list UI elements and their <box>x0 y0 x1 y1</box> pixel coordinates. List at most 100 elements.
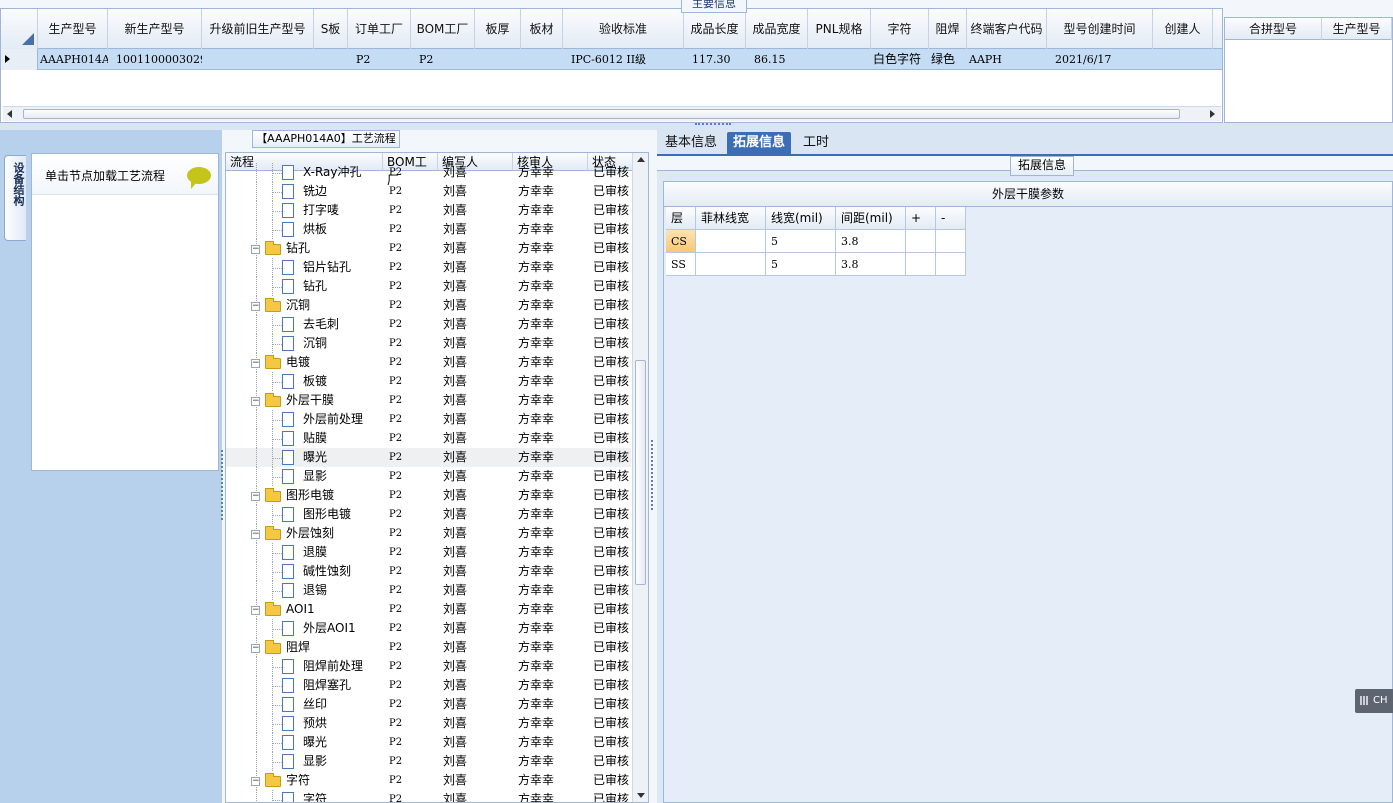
process-name[interactable]: 碱性蚀刻 <box>303 562 383 581</box>
scroll-up-icon[interactable] <box>637 157 645 162</box>
process-name[interactable]: 沉铜 <box>286 296 383 315</box>
column-header[interactable]: S板 <box>314 9 348 49</box>
table-cell[interactable]: AAAPH014A0 <box>38 49 108 70</box>
process-name[interactable]: 阻焊塞孔 <box>303 676 383 695</box>
tree-row[interactable]: − 钻孔 P2 刘喜 方幸幸 已审核 <box>226 239 631 258</box>
table-cell[interactable] <box>475 49 521 70</box>
tree-row[interactable]: 丝印 P2 刘喜 方幸幸 已审核 <box>226 695 631 714</box>
column-header[interactable]: 板厚 <box>475 9 521 49</box>
tree-row[interactable]: 显影 P2 刘喜 方幸幸 已审核 <box>226 467 631 486</box>
collapse-toggle-icon[interactable]: − <box>251 606 260 615</box>
tree-row[interactable]: 外层前处理 P2 刘喜 方幸幸 已审核 <box>226 410 631 429</box>
param-cell[interactable] <box>936 230 966 253</box>
process-name[interactable]: 烘板 <box>303 220 383 239</box>
process-name[interactable]: 字符 <box>286 771 383 790</box>
scroll-right-icon[interactable] <box>1210 110 1215 118</box>
param-cell[interactable] <box>696 230 766 253</box>
tree-row[interactable]: 退膜 P2 刘喜 方幸幸 已审核 <box>226 543 631 562</box>
table-cell[interactable]: 2021/6/17 <box>1047 49 1153 70</box>
tab-work-hours[interactable]: 工时 <box>797 132 835 156</box>
layer-cell[interactable]: SS <box>666 253 696 276</box>
process-name[interactable]: 铣边 <box>303 182 383 201</box>
tree-row[interactable]: 钻孔 P2 刘喜 方幸幸 已审核 <box>226 277 631 296</box>
table-cell[interactable] <box>521 49 563 70</box>
tree-row[interactable]: − 图形电镀 P2 刘喜 方幸幸 已审核 <box>226 486 631 505</box>
table-cell[interactable]: P2 <box>348 49 411 70</box>
main-info-tab[interactable]: 主要信息 <box>681 0 747 13</box>
column-header[interactable]: 订单工厂 <box>348 9 411 49</box>
splitter-grip[interactable] <box>695 123 731 128</box>
table-cell[interactable] <box>1153 49 1213 70</box>
tree-row[interactable]: 图形电镀 P2 刘喜 方幸幸 已审核 <box>226 505 631 524</box>
scroll-thumb[interactable] <box>23 109 1180 119</box>
tree-row[interactable]: 烘板 P2 刘喜 方幸幸 已审核 <box>226 220 631 239</box>
tree-row[interactable]: − 电镀 P2 刘喜 方幸幸 已审核 <box>226 353 631 372</box>
tab-ext-info[interactable]: 拓展信息 <box>727 132 792 156</box>
collapse-toggle-icon[interactable]: − <box>251 530 260 539</box>
tab-basic-info[interactable]: 基本信息 <box>659 132 723 156</box>
column-header[interactable]: 菲林线宽 <box>696 207 766 230</box>
tree-row[interactable]: X-Ray冲孔 P2 刘喜 方幸幸 已审核 <box>226 163 631 182</box>
tree-row[interactable]: 铣边 P2 刘喜 方幸幸 已审核 <box>226 182 631 201</box>
mid-splitter-grip[interactable] <box>651 440 655 510</box>
process-name[interactable]: 打字唛 <box>303 201 383 220</box>
process-name[interactable]: 退锡 <box>303 581 383 600</box>
tree-row[interactable]: − 沉铜 P2 刘喜 方幸幸 已审核 <box>226 296 631 315</box>
process-name[interactable]: AOI1 <box>286 600 383 619</box>
column-header[interactable]: 生产型号 <box>38 9 108 49</box>
table-cell[interactable] <box>202 49 314 70</box>
table-cell[interactable] <box>314 49 348 70</box>
param-cell[interactable]: 3.8 <box>836 253 906 276</box>
tree-row[interactable]: 外层AOI1 P2 刘喜 方幸幸 已审核 <box>226 619 631 638</box>
column-header[interactable]: 升级前旧生产型号 <box>202 9 314 49</box>
select-all-corner[interactable] <box>1 9 38 49</box>
table-cell[interactable]: P2 <box>411 49 475 70</box>
column-header[interactable]: 验收标准 <box>563 9 684 49</box>
collapse-toggle-icon[interactable]: − <box>251 397 260 406</box>
process-name[interactable]: 预烘 <box>303 714 383 733</box>
collapse-toggle-icon[interactable]: − <box>251 492 260 501</box>
tab-equipment-structure[interactable]: 设备结构 <box>4 155 26 241</box>
tree-row[interactable]: 字符 P2 刘喜 方幸幸 已审核 <box>226 790 631 802</box>
table-cell[interactable] <box>808 49 871 70</box>
table-cell[interactable]: 10011000030295 <box>108 49 202 70</box>
tree-row[interactable]: 碱性蚀刻 P2 刘喜 方幸幸 已审核 <box>226 562 631 581</box>
param-cell[interactable]: 5 <box>766 230 836 253</box>
tree-row[interactable]: − 外层干膜 P2 刘喜 方幸幸 已审核 <box>226 391 631 410</box>
tree-row[interactable]: 阻焊塞孔 P2 刘喜 方幸幸 已审核 <box>226 676 631 695</box>
process-name[interactable]: 退膜 <box>303 543 383 562</box>
table-cell[interactable]: 117.30 <box>684 49 746 70</box>
collapse-toggle-icon[interactable]: − <box>251 302 260 311</box>
column-header[interactable]: BOM工厂 <box>411 9 475 49</box>
process-name[interactable]: 电镀 <box>286 353 383 372</box>
process-name[interactable]: 板镀 <box>303 372 383 391</box>
process-name[interactable]: 钻孔 <box>303 277 383 296</box>
table-cell[interactable]: 86.15 <box>746 49 808 70</box>
scroll-left-icon[interactable] <box>7 110 12 118</box>
column-header[interactable]: 阻焊 <box>929 9 967 49</box>
process-name[interactable]: 字符 <box>303 790 383 802</box>
tree-row[interactable]: 打字唛 P2 刘喜 方幸幸 已审核 <box>226 201 631 220</box>
column-header[interactable]: + <box>906 207 936 230</box>
table-cell[interactable]: 绿色 <box>929 49 967 70</box>
process-name[interactable]: 显影 <box>303 752 383 771</box>
column-header[interactable]: 合拼型号 <box>1225 18 1322 40</box>
column-header[interactable]: 创建人 <box>1153 9 1213 49</box>
process-name[interactable]: X-Ray冲孔 <box>303 163 383 182</box>
column-header[interactable]: 新生产型号 <box>108 9 202 49</box>
process-name[interactable]: 图形电镀 <box>286 486 383 505</box>
process-name[interactable]: 外层干膜 <box>286 391 383 410</box>
process-name[interactable]: 贴膜 <box>303 429 383 448</box>
process-name[interactable]: 外层蚀刻 <box>286 524 383 543</box>
column-header[interactable]: 板材 <box>521 9 563 49</box>
tree-row[interactable]: 预烘 P2 刘喜 方幸幸 已审核 <box>226 714 631 733</box>
tree-row[interactable]: − 字符 P2 刘喜 方幸幸 已审核 <box>226 771 631 790</box>
collapse-toggle-icon[interactable]: − <box>251 245 260 254</box>
load-hint[interactable]: 单击节点加载工艺流程 <box>32 154 218 195</box>
layer-cell[interactable]: CS <box>666 230 696 253</box>
column-header[interactable]: 成品宽度 <box>746 9 808 49</box>
column-header[interactable]: 间距(mil) <box>836 207 906 230</box>
column-header[interactable]: 终端客户代码 <box>967 9 1047 49</box>
tree-row[interactable]: 板镀 P2 刘喜 方幸幸 已审核 <box>226 372 631 391</box>
tree-row[interactable]: 退锡 P2 刘喜 方幸幸 已审核 <box>226 581 631 600</box>
